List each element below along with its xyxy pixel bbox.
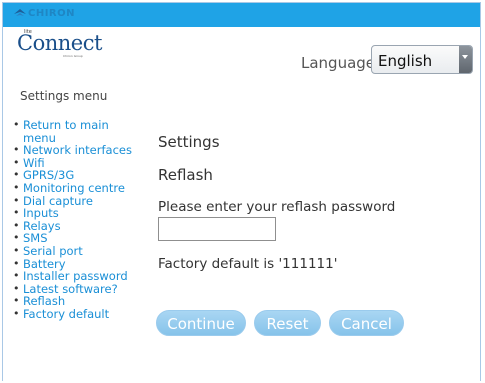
sidebar-item-inputs[interactable]: Inputs: [11, 207, 136, 220]
page-title: Settings: [158, 133, 220, 151]
product-logo: Connect: [17, 31, 102, 55]
continue-button[interactable]: Continue: [156, 310, 246, 336]
section-title: Reflash: [158, 166, 213, 184]
sidebar-item-installer-password[interactable]: Installer password: [11, 270, 136, 283]
settings-menu: Return to main menu Network interfaces W…: [11, 119, 136, 321]
top-bar: CHIRON: [3, 3, 480, 27]
reflash-password-input[interactable]: [158, 217, 276, 241]
chevron-down-icon: [459, 46, 472, 73]
language-selected-value: English: [378, 52, 433, 70]
chiron-logo-icon: [14, 9, 26, 16]
language-select[interactable]: English: [371, 45, 473, 74]
cancel-button[interactable]: Cancel: [329, 310, 404, 336]
brand-name: CHIRON: [28, 8, 75, 19]
brand: CHIRON: [13, 8, 75, 19]
sidebar-title: Settings menu: [20, 89, 108, 103]
sidebar-item-monitoring-centre[interactable]: Monitoring centre: [11, 182, 136, 195]
logo-tagline: Chiron Group: [63, 54, 83, 58]
sidebar-item-return-to-main-menu[interactable]: Return to main menu: [11, 119, 136, 144]
sidebar-item-serial-port[interactable]: Serial port: [11, 245, 136, 258]
reset-button[interactable]: Reset: [254, 310, 321, 336]
language-label: Language:: [301, 54, 381, 72]
page-frame: CHIRON lite Connect Chiron Group Languag…: [2, 2, 481, 381]
sidebar-item-network-interfaces[interactable]: Network interfaces: [11, 144, 136, 157]
password-prompt: Please enter your reflash password: [158, 199, 396, 215]
sidebar-item-factory-default[interactable]: Factory default: [11, 308, 136, 321]
factory-default-note: Factory default is '111111': [158, 256, 338, 272]
